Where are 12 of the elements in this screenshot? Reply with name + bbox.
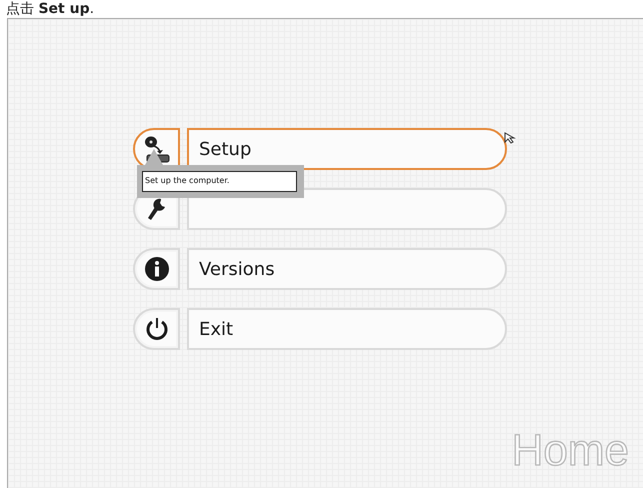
instruction-caption: 点击 Set up. xyxy=(5,0,96,18)
menu-item[interactable]: Exit xyxy=(187,308,507,350)
pointer-cursor-icon xyxy=(503,131,517,145)
info-icon xyxy=(144,256,170,282)
disc-to-drive-icon xyxy=(144,135,170,163)
tooltip-text: Set up the computer. xyxy=(142,171,297,192)
menu-icon-button[interactable] xyxy=(133,248,180,290)
page-title: Home xyxy=(512,426,629,476)
menu-icon-button[interactable] xyxy=(133,308,180,350)
power-icon xyxy=(144,316,170,342)
menu-item[interactable]: Setup xyxy=(187,128,507,170)
menu-item[interactable]: Versions xyxy=(187,248,507,290)
